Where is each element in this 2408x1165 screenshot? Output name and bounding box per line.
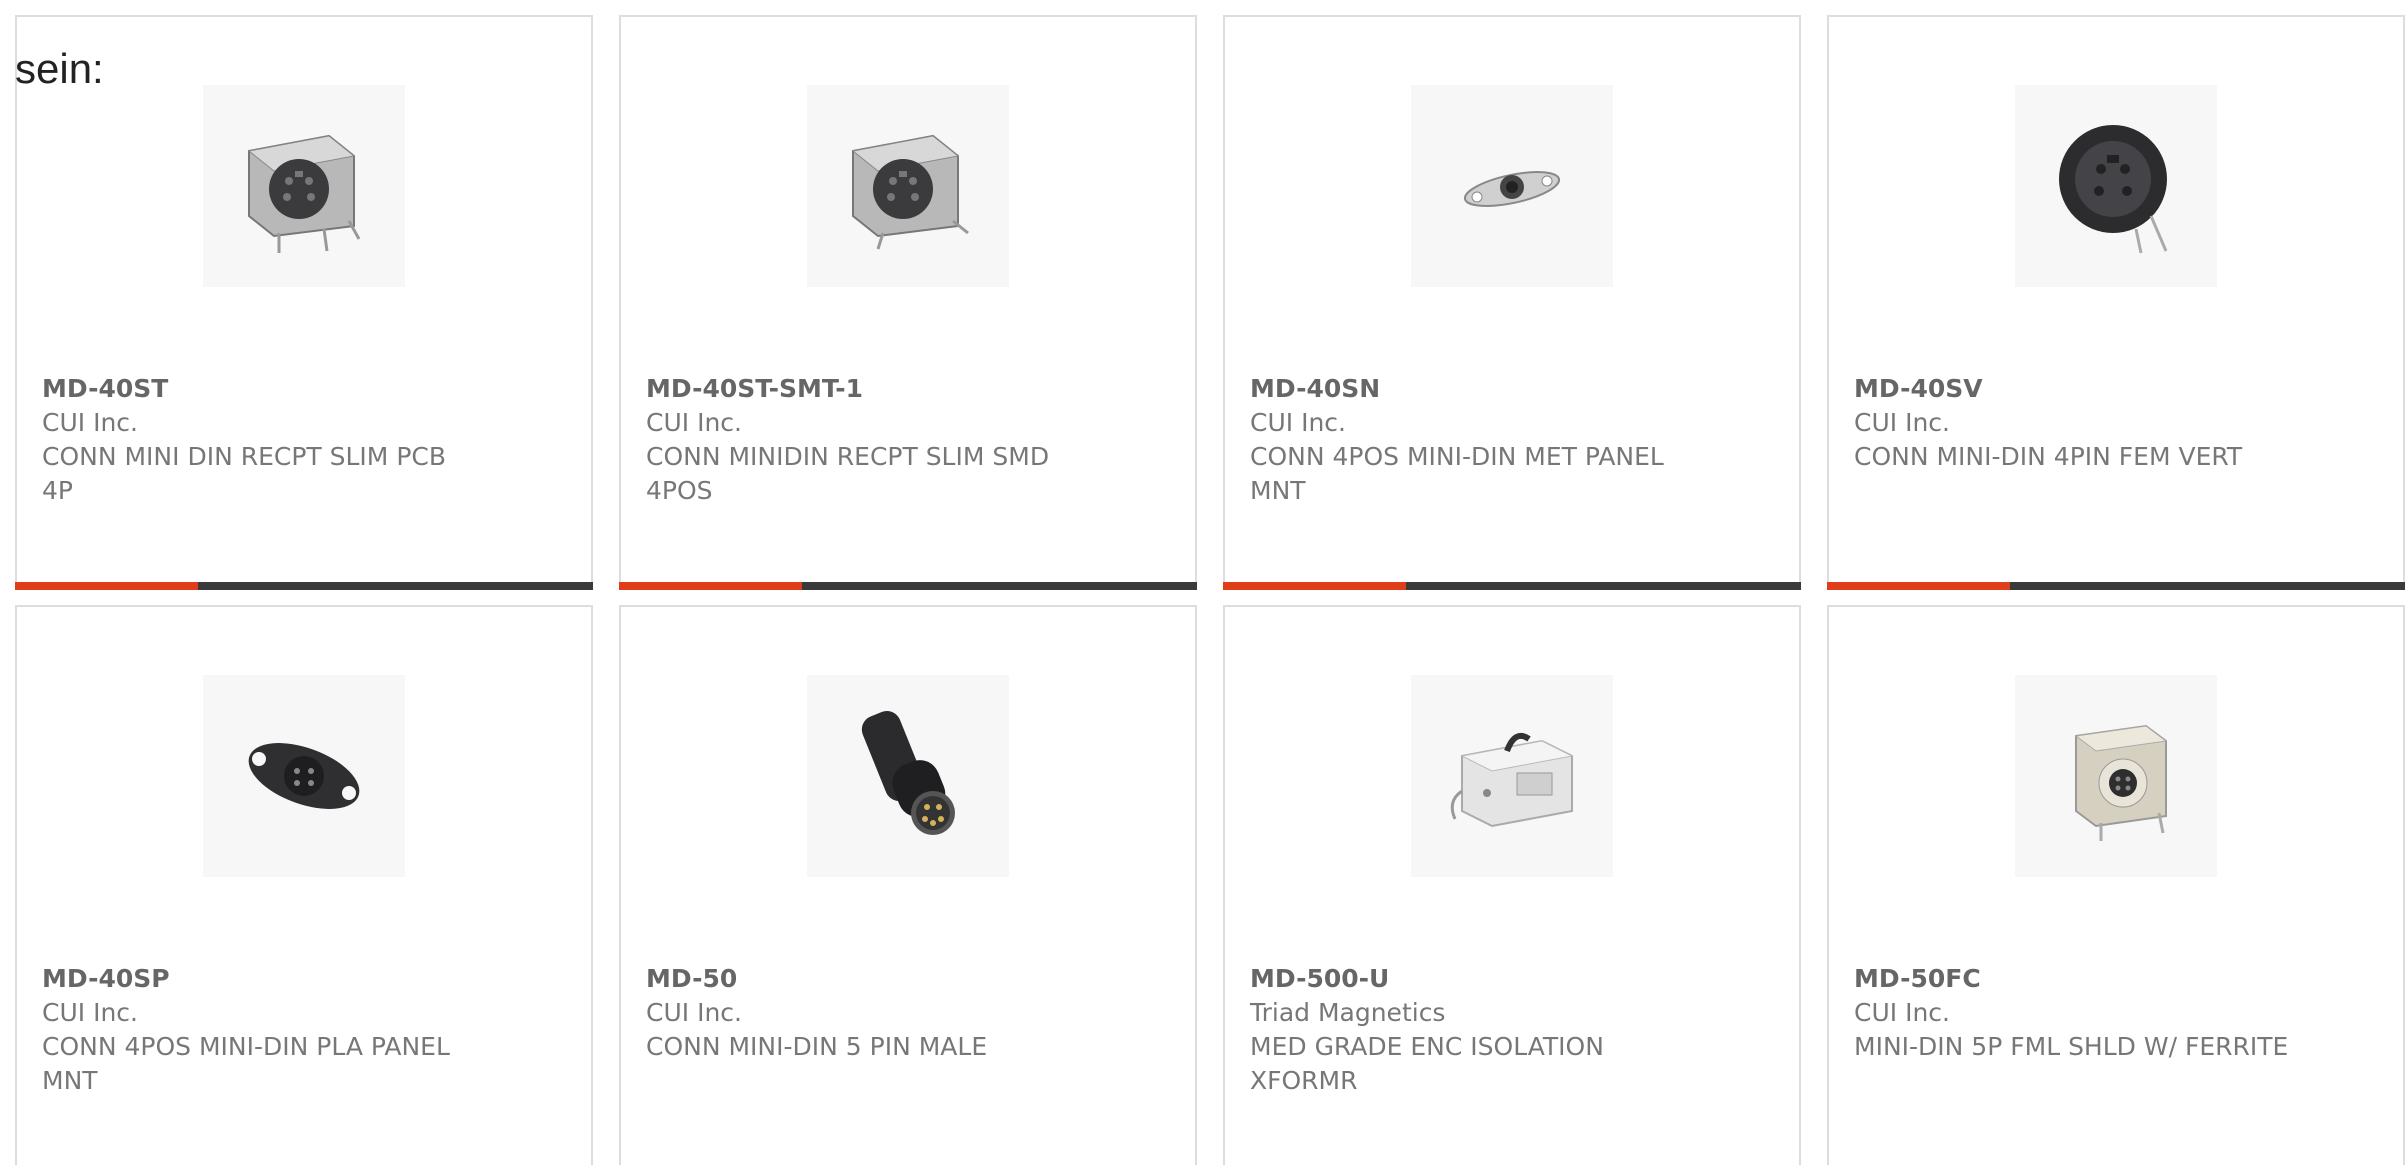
product-card[interactable]: MD-40SP CUI Inc. CONN 4POS MINI-DIN PLA … [15,605,593,1165]
product-description: CONN 4POS MINI-DIN MET PANEL MNT [1250,442,1664,505]
prefix-text: sein: [15,45,104,92]
mini-din-vertical-icon [2059,125,2168,254]
product-info: MD-40ST-SMT-1 CUI Inc. CONN MINIDIN RECP… [646,372,1086,508]
product-card[interactable]: MD-50FC CUI Inc. MINI-DIN 5P FML SHLD W/… [1827,605,2405,1165]
mini-din-plastic-panel-icon [248,743,360,809]
product-image[interactable] [203,85,405,287]
product-manufacturer: CUI Inc. [646,998,742,1027]
product-description: CONN 4POS MINI-DIN PLA PANEL MNT [42,1032,450,1095]
product-info: MD-40SN CUI Inc. CONN 4POS MINI-DIN MET … [1250,372,1690,508]
product-info: MD-50 CUI Inc. CONN MINI-DIN 5 PIN MALE [646,962,1086,1064]
mini-din-metal-panel-icon [1463,171,1561,207]
card-accent-bar [619,582,802,590]
product-manufacturer: Triad Magnetics [1250,998,1446,1027]
product-part-number[interactable]: MD-500-U [1250,962,1690,996]
product-description: MED GRADE ENC ISOLATION XFORMR [1250,1032,1604,1095]
mini-din-shielded-ferrite-icon [2074,724,2168,841]
product-part-number[interactable]: MD-50 [646,962,1086,996]
product-description: CONN MINI DIN RECPT SLIM PCB 4P [42,442,447,505]
product-image[interactable] [1411,675,1613,877]
product-manufacturer: CUI Inc. [1250,408,1346,437]
product-description: CONN MINIDIN RECPT SLIM SMD 4POS [646,442,1050,505]
card-bottom-bar [619,582,1197,590]
product-part-number[interactable]: MD-40ST [42,372,482,406]
product-manufacturer: CUI Inc. [42,998,138,1027]
card-bottom-bar [15,582,593,590]
mini-din-smd-receptacle-icon [851,134,969,250]
product-card[interactable]: MD-40SV CUI Inc. CONN MINI-DIN 4PIN FEM … [1827,15,2405,590]
product-image[interactable] [2015,675,2217,877]
product-info: MD-50FC CUI Inc. MINI-DIN 5P FML SHLD W/… [1854,962,2294,1064]
product-part-number[interactable]: MD-40ST-SMT-1 [646,372,1086,406]
product-info: MD-40SP CUI Inc. CONN 4POS MINI-DIN PLA … [42,962,482,1098]
product-info: MD-40ST CUI Inc. CONN MINI DIN RECPT SLI… [42,372,482,508]
product-card[interactable]: MD-40SN CUI Inc. CONN 4POS MINI-DIN MET … [1223,15,1801,590]
product-info: MD-40SV CUI Inc. CONN MINI-DIN 4PIN FEM … [1854,372,2294,474]
product-image[interactable] [203,675,405,877]
card-accent-bar [15,582,198,590]
product-manufacturer: CUI Inc. [1854,998,1950,1027]
product-description: MINI-DIN 5P FML SHLD W/ FERRITE [1854,1032,2289,1061]
card-accent-bar [1223,582,1406,590]
card-accent-bar [1827,582,2010,590]
card-bottom-bar [1223,582,1801,590]
isolation-transformer-icon [1450,733,1574,828]
product-manufacturer: CUI Inc. [1854,408,1950,437]
product-image[interactable] [807,85,1009,287]
product-description: CONN MINI-DIN 4PIN FEM VERT [1854,442,2243,471]
product-card[interactable]: MD-500-U Triad Magnetics MED GRADE ENC I… [1223,605,1801,1165]
mini-din-pcb-receptacle-icon [247,134,361,253]
product-card[interactable]: MD-50 CUI Inc. CONN MINI-DIN 5 PIN MALE [619,605,1197,1165]
product-part-number[interactable]: MD-40SP [42,962,482,996]
mini-din-male-plug-icon [861,711,955,835]
product-part-number[interactable]: MD-50FC [1854,962,2294,996]
product-part-number[interactable]: MD-40SV [1854,372,2294,406]
product-manufacturer: CUI Inc. [646,408,742,437]
product-card[interactable]: MD-40ST CUI Inc. CONN MINI DIN RECPT SLI… [15,15,593,590]
product-image[interactable] [807,675,1009,877]
product-info: MD-500-U Triad Magnetics MED GRADE ENC I… [1250,962,1690,1098]
product-description: CONN MINI-DIN 5 PIN MALE [646,1032,988,1061]
product-card[interactable]: MD-40ST-SMT-1 CUI Inc. CONN MINIDIN RECP… [619,15,1197,590]
product-image[interactable] [2015,85,2217,287]
product-part-number[interactable]: MD-40SN [1250,372,1690,406]
product-image[interactable] [1411,85,1613,287]
card-bottom-bar [1827,582,2405,590]
product-manufacturer: CUI Inc. [42,408,138,437]
